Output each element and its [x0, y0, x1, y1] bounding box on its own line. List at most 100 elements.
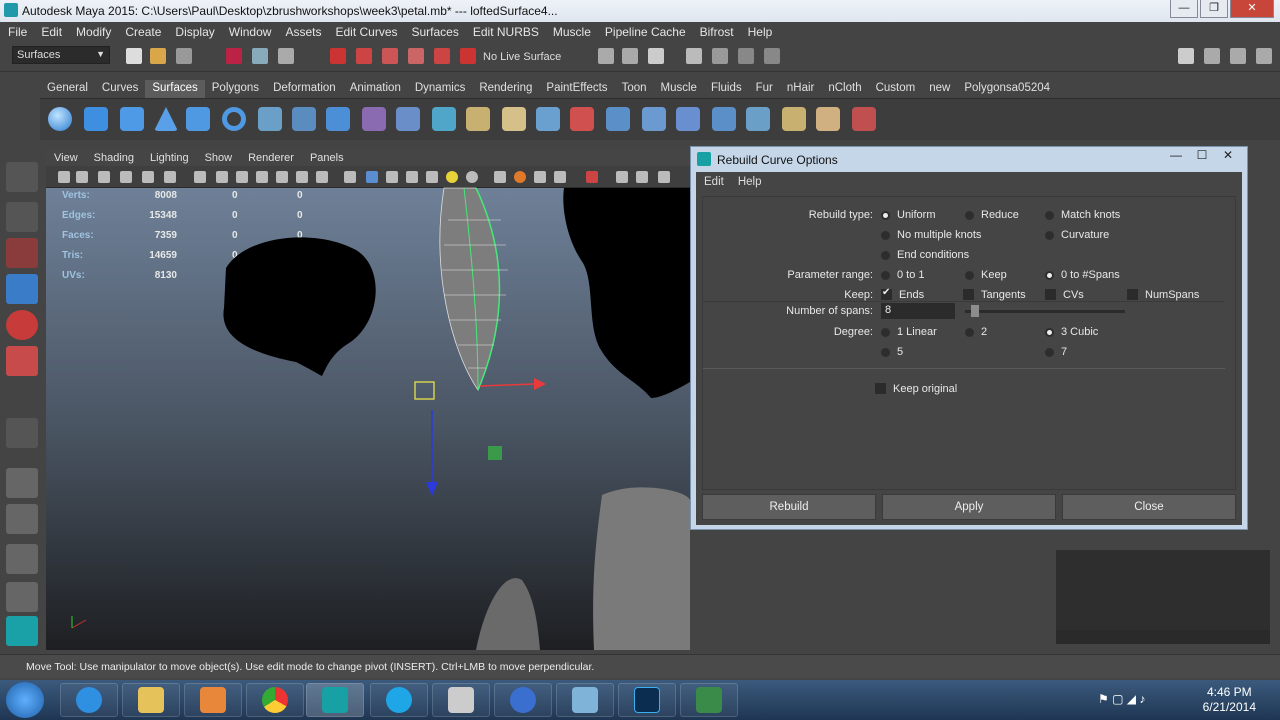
checkbox-keep-original[interactable]: Keep original	[875, 383, 957, 395]
control-panel-icon[interactable]	[556, 683, 614, 717]
dialog-menu-help[interactable]: Help	[738, 172, 762, 192]
image-plane-icon[interactable]	[120, 171, 132, 183]
maya-taskbar-icon[interactable]	[306, 683, 364, 717]
vp-menu-show[interactable]: Show	[205, 150, 233, 166]
loft-icon[interactable]	[292, 107, 316, 131]
smooth-shade-icon[interactable]	[216, 171, 228, 183]
make-live-icon[interactable]	[434, 48, 450, 64]
minimize-button[interactable]: —	[1170, 0, 1198, 18]
camera-icon[interactable]	[58, 171, 70, 183]
rotate-tool-icon[interactable]	[6, 310, 38, 340]
menu-assets[interactable]: Assets	[285, 25, 321, 39]
radio-no-multiple-knots[interactable]: No multiple knots	[881, 229, 981, 241]
radio-reduce[interactable]: Reduce	[965, 209, 1019, 221]
radio-end-conditions[interactable]: End conditions	[881, 249, 969, 261]
flower-app-icon[interactable]	[494, 683, 552, 717]
media-player-icon[interactable]	[184, 683, 242, 717]
radio-uniform[interactable]: Uniform	[881, 209, 936, 221]
radio-keep[interactable]: Keep	[965, 269, 1007, 281]
select-component-icon[interactable]	[278, 48, 294, 64]
anti-alias-icon[interactable]	[554, 171, 566, 183]
tab-painteffects[interactable]: PaintEffects	[539, 80, 614, 98]
dialog-close-button[interactable]: ✕	[1215, 147, 1241, 165]
radio-degree-2[interactable]: 2	[965, 326, 987, 338]
radio-degree-7[interactable]: 7	[1045, 346, 1067, 358]
checkbox-ends[interactable]: Ends	[881, 287, 924, 301]
move-tool-icon[interactable]	[6, 274, 38, 304]
menu-modify[interactable]: Modify	[76, 25, 111, 39]
radio-0-to-spans[interactable]: 0 to #Spans	[1045, 269, 1120, 281]
hud-icon[interactable]	[494, 171, 506, 183]
nurbs-cone-icon[interactable]	[154, 107, 178, 131]
layer-editor-scrollbar[interactable]	[1056, 630, 1270, 644]
tab-polygonsa05204[interactable]: Polygonsa05204	[957, 80, 1057, 98]
construction-history-icon[interactable]	[598, 48, 614, 64]
new-scene-icon[interactable]	[126, 48, 142, 64]
system-tray[interactable]: ⚑ ▢ ◢ ♪	[1098, 692, 1188, 708]
planar-icon[interactable]	[326, 107, 350, 131]
lasso-tool-icon[interactable]	[6, 202, 38, 232]
camera-attr-icon[interactable]	[76, 171, 88, 183]
menu-surfaces[interactable]: Surfaces	[412, 25, 459, 39]
tab-deformation[interactable]: Deformation	[266, 80, 343, 98]
vp-menu-lighting[interactable]: Lighting	[150, 150, 189, 166]
layer-editor-list[interactable]	[1056, 550, 1270, 630]
render-current-frame-icon[interactable]	[622, 48, 638, 64]
menu-create[interactable]: Create	[125, 25, 161, 39]
close-window-button[interactable]: ✕	[1230, 0, 1274, 18]
extend-surfaces-icon[interactable]	[606, 107, 630, 131]
bevel-icon[interactable]	[432, 107, 456, 131]
chrome-icon[interactable]	[246, 683, 304, 717]
checkbox-cvs[interactable]: CVs	[1045, 289, 1084, 301]
menu-file[interactable]: File	[8, 25, 27, 39]
safe-action-icon[interactable]	[658, 171, 670, 183]
gear-icon-2[interactable]	[764, 48, 780, 64]
gate-mask-icon[interactable]	[616, 171, 628, 183]
tab-polygons[interactable]: Polygons	[205, 80, 266, 98]
revolve-icon[interactable]	[258, 107, 282, 131]
modeling-toolkit-icon[interactable]	[1178, 48, 1194, 64]
stitch-icon[interactable]	[782, 107, 806, 131]
nurbs-torus-icon[interactable]	[222, 107, 246, 131]
attach-surfaces-icon[interactable]	[466, 107, 490, 131]
persp-outliner-layout-icon[interactable]	[6, 544, 38, 574]
hypershade-icon[interactable]	[712, 48, 728, 64]
skype-icon[interactable]	[370, 683, 428, 717]
menu-bifrost[interactable]: Bifrost	[700, 25, 734, 39]
tab-custom[interactable]: Custom	[869, 80, 923, 98]
radio-degree-5[interactable]: 5	[881, 346, 903, 358]
photoshop-icon[interactable]	[618, 683, 676, 717]
surface-fillet-icon[interactable]	[746, 107, 770, 131]
extrude-icon[interactable]	[362, 107, 386, 131]
isolate-select-icon[interactable]	[344, 171, 356, 183]
taskbar-clock[interactable]: 4:46 PM 6/21/2014	[1203, 685, 1256, 715]
scale-tool-icon[interactable]	[6, 346, 38, 376]
radio-degree-1[interactable]: 1 Linear	[881, 326, 937, 338]
windows-start-button[interactable]	[6, 682, 44, 718]
tab-curves[interactable]: Curves	[95, 80, 145, 98]
tab-muscle[interactable]: Muscle	[654, 80, 704, 98]
rebuild-surfaces-icon[interactable]	[676, 107, 700, 131]
high-quality-icon[interactable]	[514, 171, 526, 183]
film-gate-icon[interactable]	[142, 171, 154, 183]
xray-icon[interactable]	[316, 171, 328, 183]
checker-icon[interactable]	[426, 171, 438, 183]
snap-grid-icon[interactable]	[330, 48, 346, 64]
checkbox-tangents[interactable]: Tangents	[963, 289, 1026, 301]
single-view-layout-icon[interactable]	[6, 468, 38, 498]
tab-fur[interactable]: Fur	[749, 80, 780, 98]
tab-fluids[interactable]: Fluids	[704, 80, 749, 98]
zbrush-icon[interactable]	[432, 683, 490, 717]
menu-edit-nurbs[interactable]: Edit NURBS	[473, 25, 539, 39]
round-tool-icon[interactable]	[712, 107, 736, 131]
bookmark-icon[interactable]	[98, 171, 110, 183]
lighting-icon[interactable]	[406, 171, 418, 183]
perspective-viewport[interactable]: View Shading Lighting Show Renderer Pane…	[46, 150, 690, 650]
wireframe-on-shaded-icon[interactable]	[366, 171, 378, 183]
restore-button[interactable]: ❐	[1200, 0, 1228, 18]
channel-box-icon[interactable]	[1256, 48, 1272, 64]
tab-surfaces[interactable]: Surfaces	[145, 80, 205, 98]
open-scene-icon[interactable]	[150, 48, 166, 64]
motion-blur-icon[interactable]	[534, 171, 546, 183]
gear-icon[interactable]	[738, 48, 754, 64]
